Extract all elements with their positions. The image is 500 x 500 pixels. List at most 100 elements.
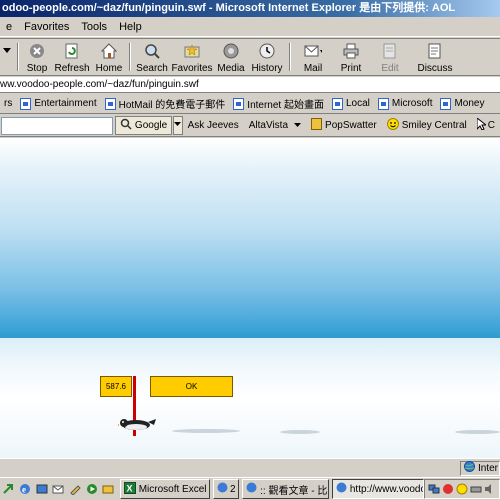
stop-label: Stop: [26, 63, 48, 74]
link-label: Local: [346, 98, 370, 109]
search-icon: [143, 42, 161, 60]
edit-icon: [381, 42, 399, 60]
mail-label: Mail: [303, 63, 323, 74]
search-icon: [120, 118, 132, 133]
refresh-button[interactable]: Refresh: [52, 39, 92, 75]
mail-icon: [304, 42, 322, 60]
page-icon: [233, 97, 245, 110]
mail-button[interactable]: Mail: [294, 39, 332, 75]
search-dropdown-button[interactable]: [173, 116, 183, 135]
smiley-central-button[interactable]: Smiley Central: [382, 118, 472, 133]
favorites-icon: [183, 42, 201, 60]
page-icon: [377, 97, 389, 110]
ok-label: OK: [185, 382, 198, 391]
home-button[interactable]: Home: [92, 39, 126, 75]
quick-launch-desktop-icon[interactable]: [35, 482, 48, 496]
page-icon: [332, 97, 343, 110]
search-toolbar: Google Ask Jeeves AltaVista PopSwatter S…: [0, 115, 500, 137]
ok-button[interactable]: OK: [150, 376, 233, 397]
ie-group-icon: [217, 482, 228, 496]
flash-game-area[interactable]: 587.6 OK: [0, 138, 500, 458]
quick-launch-folder-icon[interactable]: [102, 482, 115, 496]
menu-item-edit[interactable]: e: [0, 21, 18, 33]
snow-shadow: [455, 430, 500, 434]
address-input[interactable]: ww.voodoo-people.com/~daz/fun/pinguin.sw…: [0, 79, 199, 90]
status-bar: Inter: [0, 458, 500, 477]
popswatter-button[interactable]: PopSwatter: [306, 118, 382, 133]
link-label: rs: [4, 98, 13, 109]
history-icon: [258, 42, 276, 60]
print-label: Print: [340, 63, 362, 74]
menu-item-help[interactable]: Help: [113, 21, 148, 33]
tray-network-icon[interactable]: [428, 483, 440, 495]
distance-value: 587.6: [105, 382, 127, 391]
favorites-label: Favorites: [171, 63, 213, 74]
tray-chat-icon[interactable]: [442, 483, 454, 495]
tray-smiley-icon[interactable]: [456, 483, 468, 495]
distance-readout: 587.6: [100, 376, 132, 397]
globe-icon: [464, 461, 475, 475]
edit-label: Edit: [381, 63, 399, 74]
search-button[interactable]: Search: [134, 39, 170, 75]
link-item-microsoft[interactable]: Microsoft: [374, 97, 437, 110]
link-item-internet-start[interactable]: Internet 起始畫面: [229, 96, 328, 111]
tray-volume-icon[interactable]: [484, 483, 496, 495]
cursor-icon: [476, 116, 488, 133]
home-icon: [100, 42, 118, 60]
link-label: Entertainment: [34, 98, 97, 109]
google-search-button[interactable]: Google: [114, 116, 173, 135]
standard-toolbar: Stop Refresh Home Search Favorites Media…: [0, 38, 500, 76]
ask-jeeves-button[interactable]: Ask Jeeves: [183, 120, 244, 131]
media-button[interactable]: Media: [214, 39, 248, 75]
links-bar: rs Entertainment HotMail 的免費電子郵件 Interne…: [0, 94, 500, 114]
popswatter-label: PopSwatter: [325, 120, 377, 131]
cursor-button[interactable]: C: [472, 116, 500, 133]
quick-launch-arrow-icon[interactable]: [2, 482, 15, 496]
print-button[interactable]: Print: [332, 39, 370, 75]
link-item-local[interactable]: Local: [328, 97, 374, 110]
search-input[interactable]: [1, 116, 113, 135]
quick-launch-email-icon[interactable]: [52, 482, 65, 496]
link-item-money[interactable]: Money: [436, 97, 488, 110]
ask-jeeves-label: Ask Jeeves: [187, 120, 239, 131]
smiley-icon: [386, 118, 399, 133]
forward-dropdown-button[interactable]: [0, 39, 14, 75]
address-bar[interactable]: ww.voodoo-people.com/~daz/fun/pinguin.sw…: [0, 77, 500, 93]
taskbar-button-article[interactable]: :: 觀看文章 - 比...: [242, 479, 329, 499]
favorites-button[interactable]: Favorites: [170, 39, 214, 75]
cursor-label: C: [487, 120, 495, 131]
menu-item-favorites[interactable]: Favorites: [18, 21, 75, 33]
quick-launch-edit-icon[interactable]: [69, 482, 82, 496]
discuss-button[interactable]: Discuss: [410, 39, 460, 75]
ie-icon: [246, 482, 257, 496]
chevron-down-icon: [0, 42, 16, 60]
snow-shadow: [172, 429, 240, 433]
link-item-entertainment[interactable]: Entertainment: [16, 97, 100, 110]
taskbar-button-excel[interactable]: X Microsoft Excel - i...: [119, 479, 211, 499]
system-tray: [424, 479, 500, 499]
window-title-bar: odoo-people.com/~daz/fun/pinguin.swf - M…: [0, 0, 500, 17]
ie-icon: [336, 482, 347, 496]
history-button[interactable]: History: [248, 39, 286, 75]
menu-bar: e Favorites Tools Help: [0, 17, 500, 37]
stop-button[interactable]: Stop: [22, 39, 52, 75]
page-icon: [104, 97, 116, 110]
link-item-0[interactable]: rs: [0, 98, 16, 109]
altavista-button[interactable]: AltaVista: [244, 120, 306, 131]
taskbar-button-voodoo[interactable]: http://www.voodo...: [331, 479, 425, 499]
svg-text:e: e: [22, 485, 26, 495]
chevron-down-icon: [294, 120, 302, 131]
edit-button[interactable]: Edit: [370, 39, 410, 75]
menu-item-tools[interactable]: Tools: [75, 21, 113, 33]
tray-printer-icon[interactable]: [470, 483, 482, 495]
refresh-icon: [63, 42, 81, 60]
altavista-label: AltaVista: [248, 120, 289, 131]
taskbar-button-group[interactable]: 2: [213, 479, 240, 499]
quick-launch-ie-icon[interactable]: e: [19, 482, 32, 496]
task-label: 2: [230, 483, 236, 495]
quick-launch-media-icon[interactable]: [85, 482, 98, 496]
chevron-down-icon: [174, 122, 182, 129]
search-label: Search: [136, 63, 168, 74]
svg-text:X: X: [126, 483, 132, 493]
link-item-hotmail[interactable]: HotMail 的免費電子郵件: [101, 96, 230, 111]
